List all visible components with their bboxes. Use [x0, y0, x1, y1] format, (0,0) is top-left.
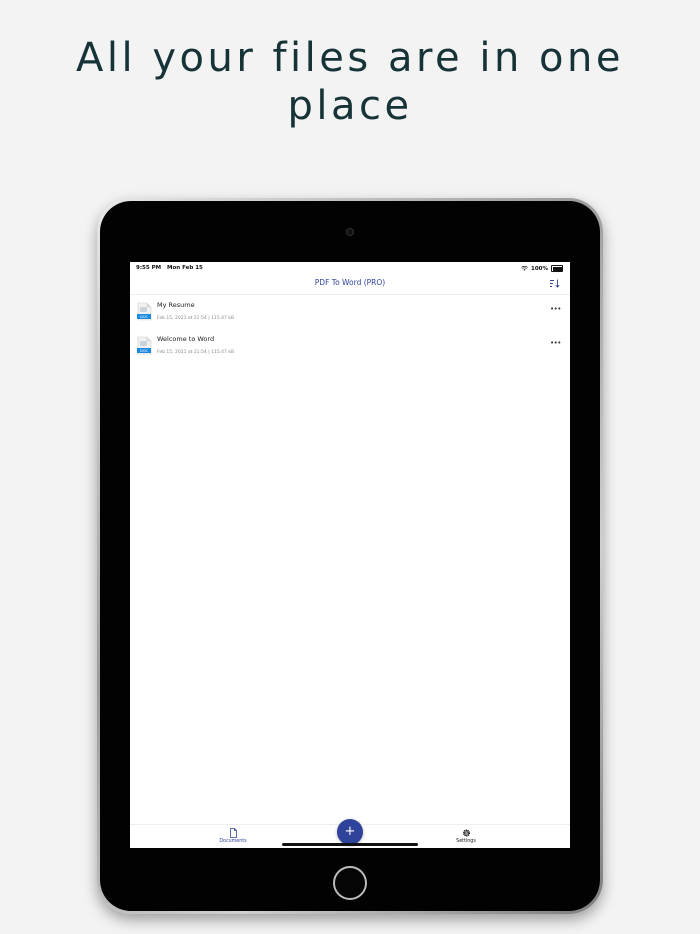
status-date: Mon Feb 15: [167, 265, 203, 271]
tab-documents-label: Documents: [219, 839, 247, 844]
headline-line-2: place: [287, 83, 413, 129]
more-options-icon[interactable]: •••: [550, 306, 561, 313]
tab-documents[interactable]: Documents: [203, 828, 263, 844]
list-item[interactable]: DOC Welcome to Word Feb 15, 2021 at 21:5…: [130, 330, 570, 364]
doc-badge: DOC: [140, 315, 149, 319]
document-meta: Feb 15, 2021 at 21:54 | 115.47 kB: [157, 350, 235, 355]
headline-line-1: All your files are in one: [76, 35, 624, 81]
gear-icon: [462, 829, 470, 837]
doc-file-icon: DOC: [137, 302, 152, 321]
nav-title: PDF To Word (PRO): [314, 278, 386, 287]
doc-file-icon: DOC: [137, 336, 152, 355]
more-options-icon[interactable]: •••: [550, 340, 561, 347]
status-right: 100%: [521, 265, 563, 272]
nav-bar: PDF To Word (PRO): [130, 274, 570, 295]
status-bar: 9:55 PM Mon Feb 15 100%: [130, 262, 570, 274]
battery-percent: 100%: [531, 265, 548, 272]
doc-badge: DOC: [140, 349, 149, 353]
camera-icon: [346, 228, 354, 236]
status-left: 9:55 PM Mon Feb 15: [136, 265, 207, 271]
home-button[interactable]: [333, 866, 367, 900]
status-time: 9:55 PM: [136, 265, 162, 271]
document-name: My Resume: [157, 301, 195, 309]
list-item[interactable]: DOC My Resume Feb 15, 2021 at 21:54 | 11…: [130, 296, 570, 330]
add-document-button[interactable]: +: [337, 819, 363, 845]
wifi-icon: [521, 266, 528, 271]
document-name: Welcome to Word: [157, 335, 215, 343]
tab-settings-label: Settings: [456, 839, 476, 844]
tab-settings[interactable]: Settings: [436, 828, 496, 844]
app-screen: 9:55 PM Mon Feb 15 100% PDF To Word (PRO…: [130, 262, 570, 848]
sort-icon[interactable]: [550, 279, 560, 288]
home-indicator: [282, 843, 418, 846]
headline: All your files are in one place: [0, 34, 700, 130]
document-icon: [229, 828, 237, 838]
document-meta: Feb 15, 2021 at 21:54 | 115.47 kB: [157, 316, 235, 321]
battery-icon: [551, 265, 563, 272]
